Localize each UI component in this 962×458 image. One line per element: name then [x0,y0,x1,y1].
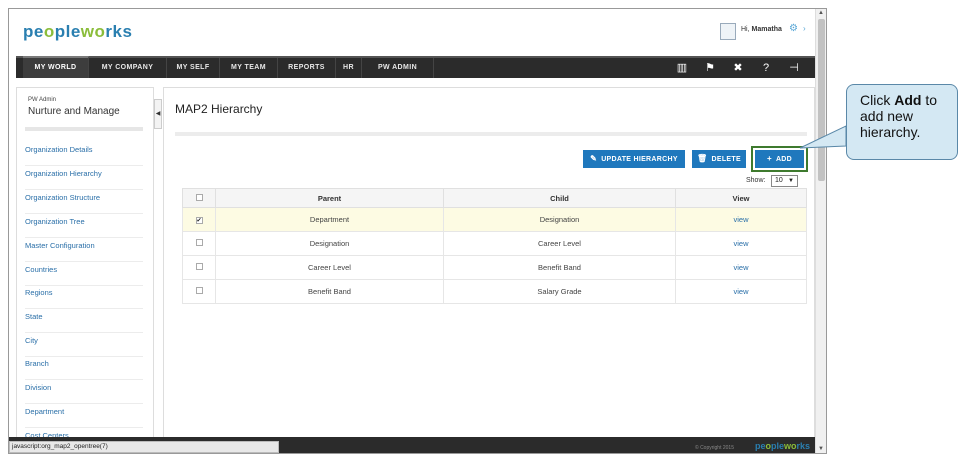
instruction-callout: Click Add to add new hierarchy. [846,84,958,160]
callout-connector [799,125,847,149]
callout-text-bold: Add [894,92,922,108]
callout-pointer [799,125,847,149]
callout-text-pre: Click [860,92,895,108]
